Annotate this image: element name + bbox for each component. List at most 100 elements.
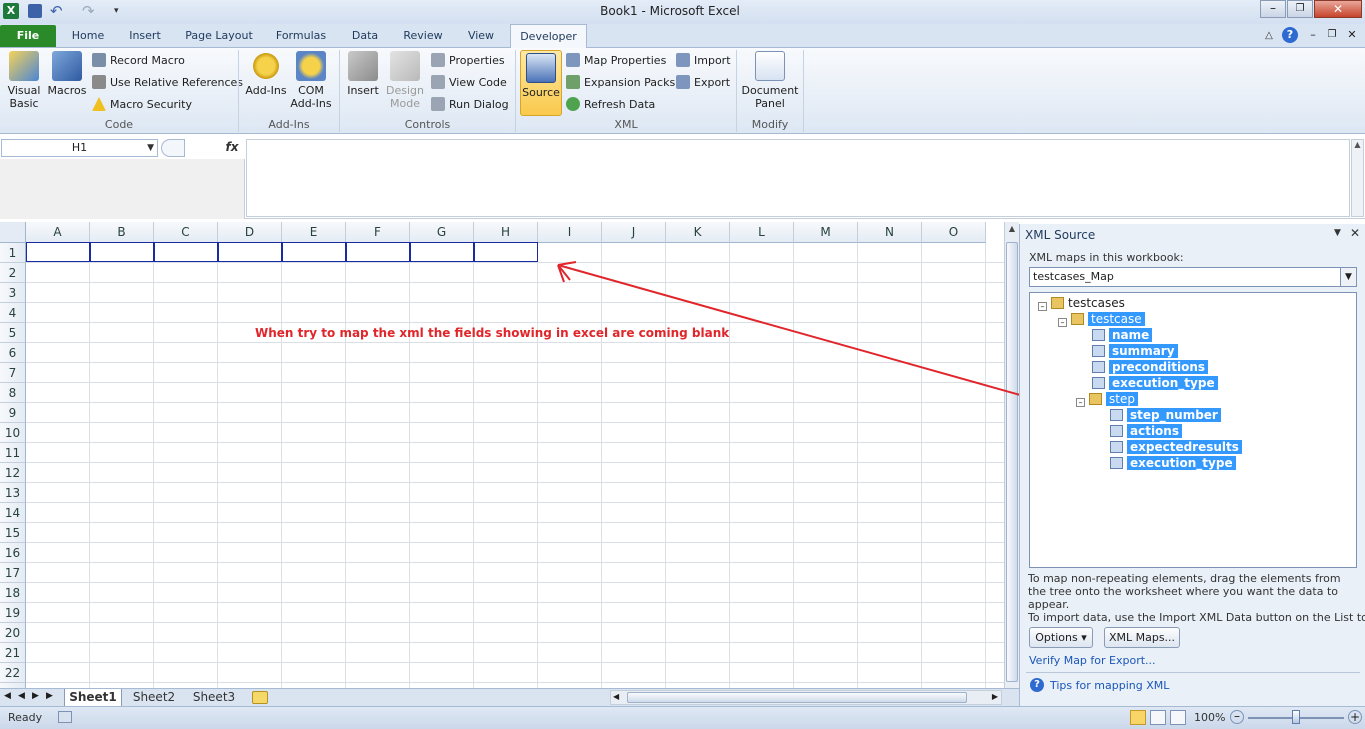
ribbon-minimize-icon[interactable]: △ [1262, 29, 1276, 43]
row-header[interactable]: 13 [0, 483, 26, 503]
h-scroll-right-icon[interactable]: ▶ [992, 692, 998, 701]
mapped-cell[interactable] [154, 242, 218, 262]
restore-button[interactable]: ❐ [1287, 0, 1313, 18]
column-header[interactable]: N [858, 222, 922, 243]
select-all-corner[interactable] [0, 222, 26, 243]
sheet-tab-active[interactable]: Sheet1 [64, 689, 122, 707]
xml-source-button[interactable]: Source [520, 50, 562, 116]
workbook-restore-button[interactable]: ❐ [1325, 27, 1339, 43]
tab-home[interactable]: Home [62, 24, 114, 48]
row-header[interactable]: 4 [0, 303, 26, 323]
row-header[interactable]: 1 [0, 243, 26, 263]
tree-node-testcases[interactable]: – testcases [1038, 296, 1125, 311]
xml-maps-button[interactable]: XML Maps... [1104, 627, 1180, 648]
column-header[interactable]: G [410, 222, 474, 243]
row-header[interactable]: 7 [0, 363, 26, 383]
use-relative-references-button[interactable]: Use Relative References [92, 74, 243, 92]
tab-developer[interactable]: Developer [510, 24, 587, 49]
tab-view[interactable]: View [458, 24, 504, 48]
row-header[interactable]: 8 [0, 383, 26, 403]
row-header[interactable]: 11 [0, 443, 26, 463]
row-header[interactable]: 20 [0, 623, 26, 643]
mapped-cell[interactable] [282, 242, 346, 262]
tree-node-step-execution-type[interactable]: execution_type [1110, 456, 1236, 471]
row-header[interactable]: 21 [0, 643, 26, 663]
formula-bar-grip[interactable] [161, 139, 185, 157]
h-scroll-left-icon[interactable]: ◀ [613, 692, 619, 701]
column-header[interactable]: B [90, 222, 154, 243]
xml-pane-menu-icon[interactable]: ▼ [1334, 228, 1341, 238]
minimize-button[interactable]: – [1260, 0, 1286, 18]
column-header[interactable]: H [474, 222, 538, 243]
import-button[interactable]: Import [676, 52, 731, 70]
row-header[interactable]: 16 [0, 543, 26, 563]
row-header[interactable]: 12 [0, 463, 26, 483]
scroll-up-icon[interactable]: ▲ [1005, 224, 1019, 238]
column-header[interactable]: C [154, 222, 218, 243]
visual-basic-button[interactable]: Visual Basic [4, 51, 44, 110]
tab-formulas[interactable]: Formulas [268, 24, 334, 48]
mapped-cell[interactable] [26, 242, 90, 262]
sheet-nav-last-icon[interactable]: ▶ [46, 691, 53, 701]
xml-map-select[interactable]: testcases_Map ▼ [1029, 267, 1357, 287]
tree-node-testcase[interactable]: – testcase [1058, 312, 1145, 327]
tree-node-summary[interactable]: summary [1092, 344, 1178, 359]
sheet-nav-first-icon[interactable]: ◀ [4, 691, 11, 701]
insert-control-button[interactable]: Insert [344, 51, 382, 97]
save-icon[interactable] [28, 4, 42, 18]
export-button[interactable]: Export [676, 74, 730, 92]
row-header[interactable]: 5 [0, 323, 26, 343]
document-panel-button[interactable]: Document Panel [740, 51, 800, 110]
column-header[interactable]: A [26, 222, 90, 243]
tree-node-actions[interactable]: actions [1110, 424, 1182, 439]
column-header[interactable]: D [218, 222, 282, 243]
formula-input[interactable] [246, 139, 1350, 217]
run-dialog-button[interactable]: Run Dialog [431, 96, 509, 114]
sheet-nav-prev-icon[interactable]: ◀ [18, 691, 25, 701]
workbook-close-button[interactable]: ✕ [1345, 27, 1359, 43]
help-icon[interactable]: ? [1282, 27, 1298, 43]
zoom-in-icon[interactable]: + [1348, 710, 1362, 724]
column-header[interactable]: L [730, 222, 794, 243]
add-ins-button[interactable]: Add-Ins [244, 51, 288, 97]
xml-pane-close-icon[interactable]: ✕ [1350, 226, 1360, 240]
tips-link[interactable]: Tips for mapping XML [1050, 679, 1169, 692]
column-header[interactable]: J [602, 222, 666, 243]
collapse-icon[interactable]: – [1076, 398, 1085, 407]
name-box[interactable]: H1 ▼ [1, 139, 158, 157]
row-header[interactable]: 18 [0, 583, 26, 603]
row-header[interactable]: 17 [0, 563, 26, 583]
tab-page-layout[interactable]: Page Layout [178, 24, 260, 48]
row-header[interactable]: 6 [0, 343, 26, 363]
zoom-slider-thumb[interactable] [1292, 710, 1300, 724]
formula-bar-scroll[interactable]: ▲ [1351, 139, 1364, 217]
refresh-data-button[interactable]: Refresh Data [566, 96, 655, 114]
macros-button[interactable]: Macros [46, 51, 88, 97]
zoom-out-icon[interactable]: – [1230, 710, 1244, 724]
verify-map-link[interactable]: Verify Map for Export... [1029, 654, 1156, 667]
row-header[interactable]: 3 [0, 283, 26, 303]
xml-tree[interactable]: – testcases – testcase name summary precon… [1029, 292, 1357, 568]
expansion-packs-button[interactable]: Expansion Packs [566, 74, 675, 92]
mapped-cell[interactable] [410, 242, 474, 262]
tab-data[interactable]: Data [342, 24, 388, 48]
row-header[interactable]: 22 [0, 663, 26, 683]
tree-node-name[interactable]: name [1092, 328, 1153, 343]
column-header[interactable]: E [282, 222, 346, 243]
row-header[interactable]: 14 [0, 503, 26, 523]
tab-insert[interactable]: Insert [120, 24, 170, 48]
tab-file[interactable]: File [0, 25, 56, 47]
column-header[interactable]: M [794, 222, 858, 243]
h-scroll-thumb[interactable] [627, 692, 967, 703]
row-header[interactable]: 9 [0, 403, 26, 423]
properties-button[interactable]: Properties [431, 52, 505, 70]
tab-review[interactable]: Review [396, 24, 450, 48]
mapped-cell[interactable] [474, 242, 538, 262]
zoom-level[interactable]: 100% [1194, 711, 1225, 724]
row-header[interactable]: 10 [0, 423, 26, 443]
macro-security-button[interactable]: Macro Security [92, 96, 192, 114]
close-button[interactable]: ✕ [1314, 0, 1362, 18]
collapse-icon[interactable]: – [1038, 302, 1047, 311]
tree-node-step-number[interactable]: step_number [1110, 408, 1221, 423]
redo-icon[interactable]: ↷ [82, 2, 98, 20]
